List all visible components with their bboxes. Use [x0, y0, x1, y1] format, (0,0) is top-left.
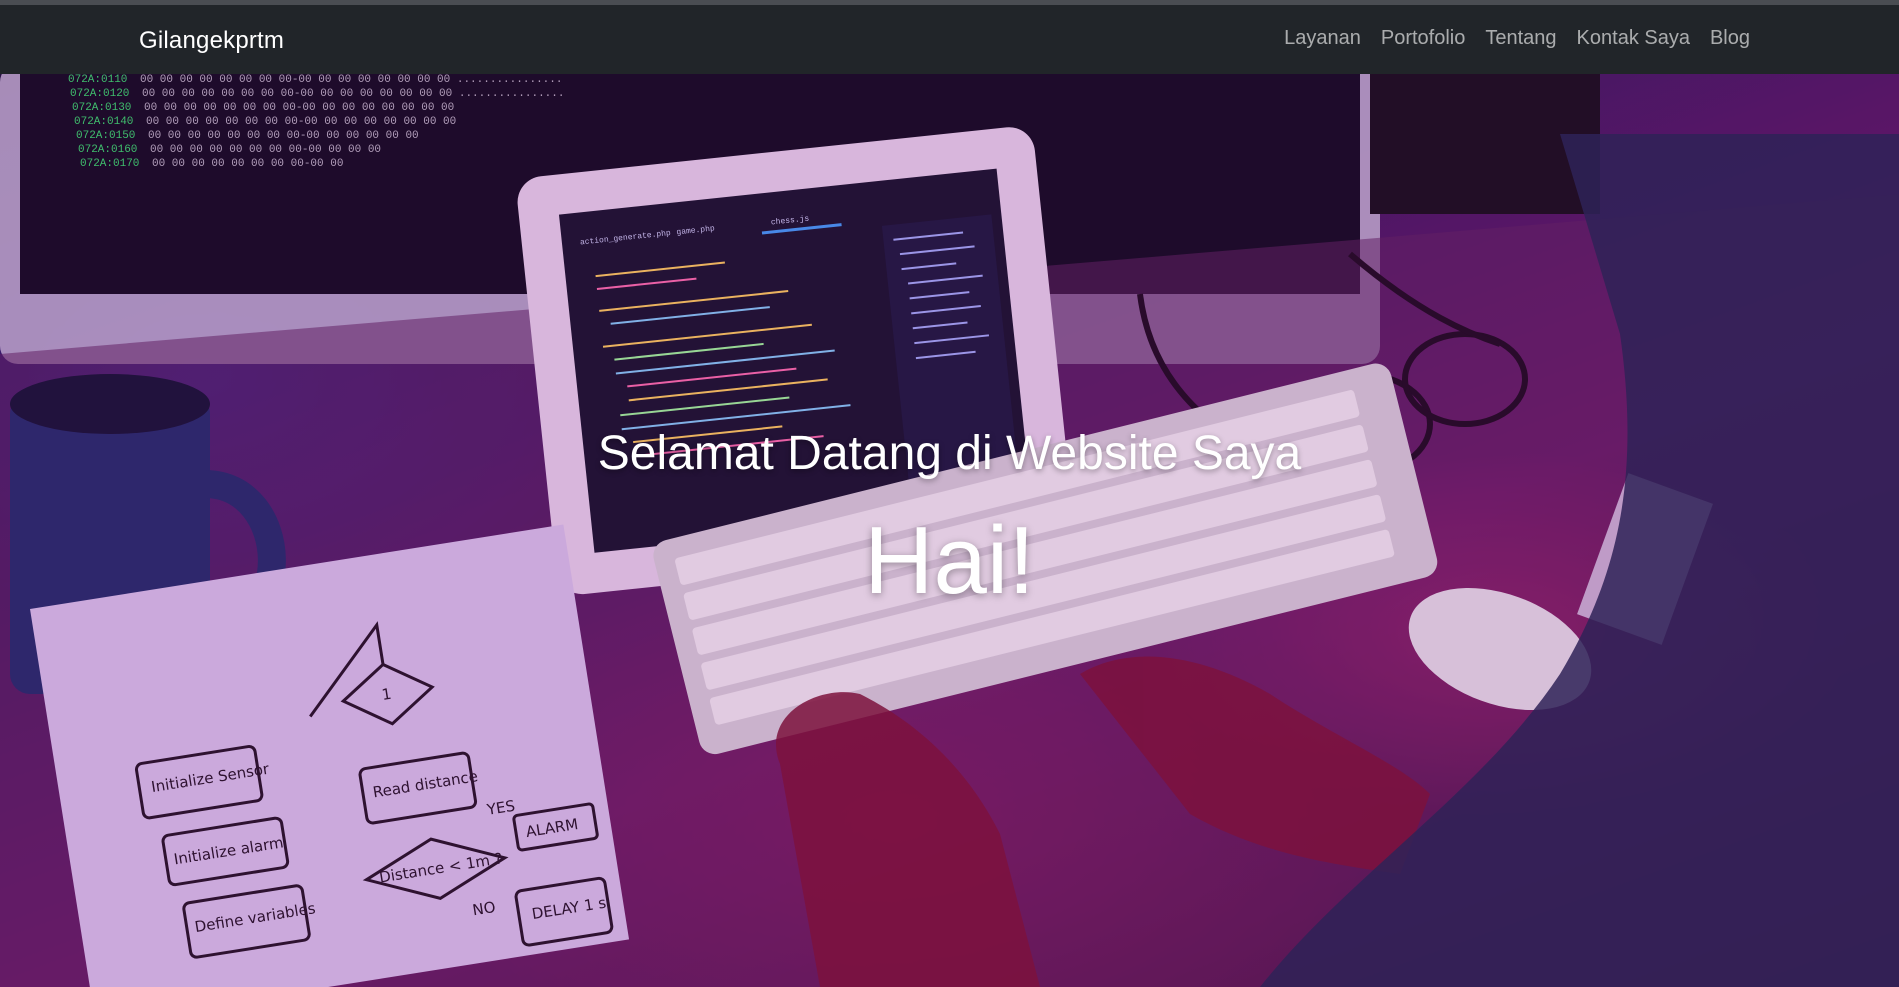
nav-link-layanan[interactable]: Layanan [1284, 27, 1361, 50]
hero-headline: Hai! [864, 507, 1035, 614]
nav-link-kontak-saya[interactable]: Kontak Saya [1577, 27, 1690, 50]
page: Gilangekprtm Layanan Portofolio Tentang … [0, 0, 1899, 987]
nav-link-blog[interactable]: Blog [1710, 27, 1750, 50]
navbar: Gilangekprtm Layanan Portofolio Tentang … [0, 5, 1899, 74]
brand-link[interactable]: Gilangekprtm [139, 27, 284, 55]
nav-link-tentang[interactable]: Tentang [1485, 27, 1556, 50]
nav-links: Layanan Portofolio Tentang Kontak Saya B… [1284, 27, 1750, 50]
hero-section: 072A:0110 072A:0120 072A:0130 072A:0140 … [0, 74, 1899, 987]
nav-link-portofolio[interactable]: Portofolio [1381, 27, 1466, 50]
hero-subtitle: Selamat Datang di Website Saya [597, 427, 1302, 480]
